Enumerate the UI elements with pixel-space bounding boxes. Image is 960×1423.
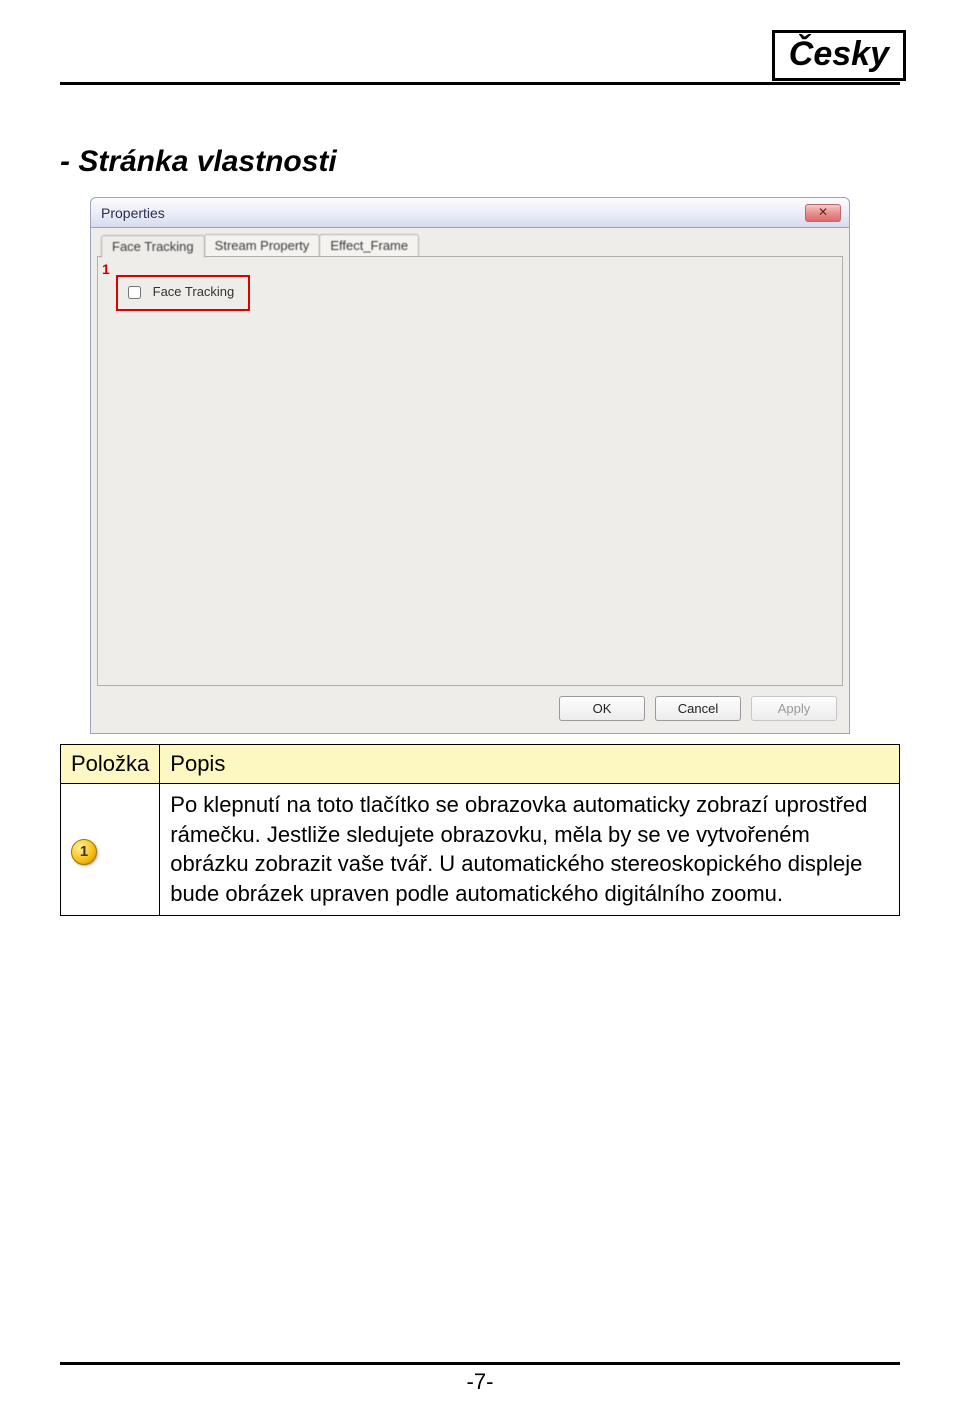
bottom-divider [60, 1362, 900, 1365]
callout-marker: 1 [102, 261, 110, 277]
top-divider [60, 82, 900, 85]
dialog-titlebar: Properties ✕ [90, 197, 850, 228]
face-tracking-checkbox-text: Face Tracking [153, 284, 235, 299]
page-number: -7- [60, 1369, 900, 1395]
tab-face-tracking[interactable]: Face Tracking [101, 235, 205, 258]
language-badge: Česky [772, 30, 906, 81]
table-header-row: Položka Popis [61, 745, 900, 784]
bullet-1-icon: 1 [71, 839, 97, 865]
dialog-buttons: OK Cancel Apply [97, 686, 843, 723]
cancel-button[interactable]: Cancel [655, 696, 741, 721]
tab-bar: Face Tracking Stream Property Effect_Fra… [97, 234, 843, 257]
row-icon-cell: 1 [61, 784, 160, 916]
header-popis: Popis [160, 745, 900, 784]
table-row: 1 Po klepnutí na toto tlačítko se obrazo… [61, 784, 900, 916]
properties-dialog: Properties ✕ Face Tracking Stream Proper… [90, 197, 850, 734]
section-title: - Stránka vlastnosti [60, 145, 900, 179]
dialog-title: Properties [101, 205, 165, 221]
close-button[interactable]: ✕ [805, 204, 841, 222]
ok-button[interactable]: OK [559, 696, 645, 721]
description-table: Položka Popis 1 Po klepnutí na toto tlač… [60, 744, 900, 916]
header-polozka: Položka [61, 745, 160, 784]
tab-effect-frame[interactable]: Effect_Frame [319, 234, 419, 257]
apply-button: Apply [751, 696, 837, 721]
tab-stream-property[interactable]: Stream Property [204, 234, 321, 257]
dialog-body: Face Tracking Stream Property Effect_Fra… [90, 228, 850, 734]
page-footer: -7- [60, 1362, 900, 1395]
row-text-cell: Po klepnutí na toto tlačítko se obrazovk… [160, 784, 900, 916]
tab-panel: 1 Face Tracking [97, 256, 843, 686]
face-tracking-checkbox[interactable] [128, 286, 141, 299]
highlight-box: Face Tracking [116, 275, 250, 311]
face-tracking-checkbox-label[interactable]: Face Tracking [128, 284, 234, 299]
